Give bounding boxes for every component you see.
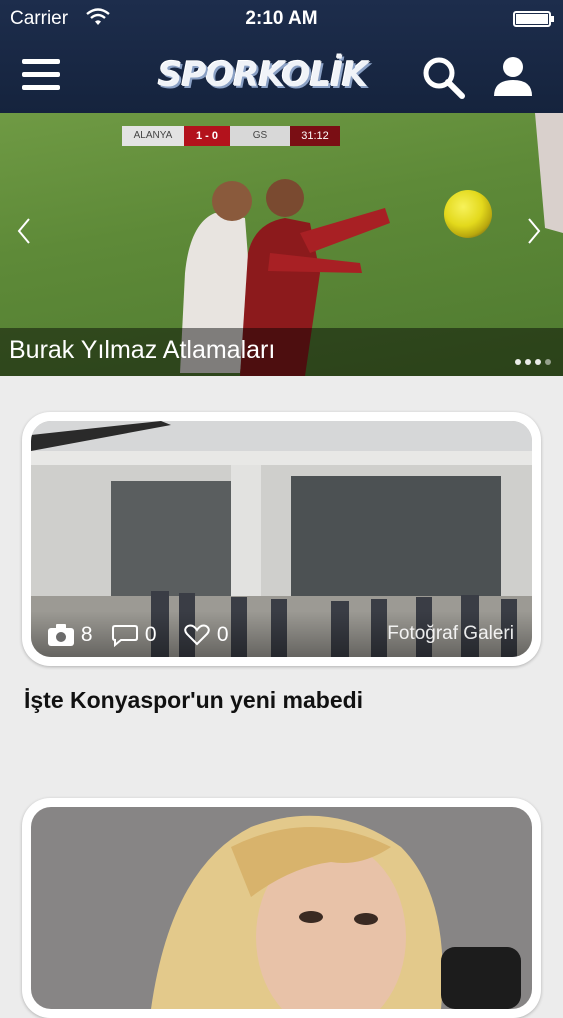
page-dot[interactable] bbox=[535, 359, 541, 365]
football bbox=[444, 190, 492, 238]
home-team: ALANYA bbox=[122, 126, 184, 146]
article-card[interactable] bbox=[22, 798, 541, 1018]
like-count[interactable]: 0 bbox=[183, 623, 229, 647]
page-dot[interactable] bbox=[515, 359, 521, 365]
battery-icon bbox=[513, 11, 554, 27]
top-bar: Carrier 2:10 AM SPORKOLİK bbox=[0, 0, 563, 113]
page-dot[interactable] bbox=[545, 359, 551, 365]
hero-caption[interactable]: Burak Yılmaz Atlamaları bbox=[0, 328, 563, 376]
hero-slider[interactable]: ALANYA 1 - 0 GS 31:12 Burak Yılmaz Atlam… bbox=[0, 113, 563, 376]
like-count-value: 0 bbox=[216, 623, 229, 646]
comment-icon bbox=[112, 625, 138, 648]
nav-bar: SPORKOLİK bbox=[0, 38, 563, 113]
clock-label: 2:10 AM bbox=[245, 8, 318, 29]
photo-count-value: 8 bbox=[80, 623, 93, 646]
away-team: GS bbox=[230, 126, 290, 146]
menu-icon[interactable] bbox=[22, 58, 60, 92]
chevron-right-icon[interactable] bbox=[524, 216, 544, 246]
page-indicator[interactable] bbox=[511, 352, 551, 370]
match-score: 1 - 0 bbox=[184, 126, 230, 146]
page-dot[interactable] bbox=[525, 359, 531, 365]
search-icon[interactable] bbox=[420, 54, 466, 100]
article-photo bbox=[31, 807, 532, 1009]
article-photo: 8 0 0 Fotoğraf Galeri bbox=[31, 421, 532, 657]
article-title[interactable]: İşte Konyaspor'un yeni mabedi bbox=[24, 687, 363, 714]
photo-count: 8 bbox=[47, 623, 93, 647]
scoreboard: ALANYA 1 - 0 GS 31:12 bbox=[122, 126, 340, 146]
camera-icon bbox=[48, 624, 74, 646]
match-clock: 31:12 bbox=[290, 126, 340, 146]
heart-icon bbox=[184, 624, 210, 646]
article-stats: 8 0 0 Fotoğraf Galeri bbox=[31, 611, 532, 657]
comment-count-value: 0 bbox=[144, 623, 157, 646]
category-label: Fotoğraf Galeri bbox=[387, 623, 514, 644]
article-card[interactable]: 8 0 0 Fotoğraf Galeri bbox=[22, 412, 541, 666]
status-bar: Carrier 2:10 AM bbox=[0, 0, 563, 38]
comment-count[interactable]: 0 bbox=[111, 623, 157, 648]
user-icon[interactable] bbox=[492, 54, 534, 98]
hero-title: Burak Yılmaz Atlamaları bbox=[9, 336, 276, 364]
app-logo[interactable]: SPORKOLİK bbox=[158, 52, 368, 98]
chevron-left-icon[interactable] bbox=[14, 216, 34, 246]
